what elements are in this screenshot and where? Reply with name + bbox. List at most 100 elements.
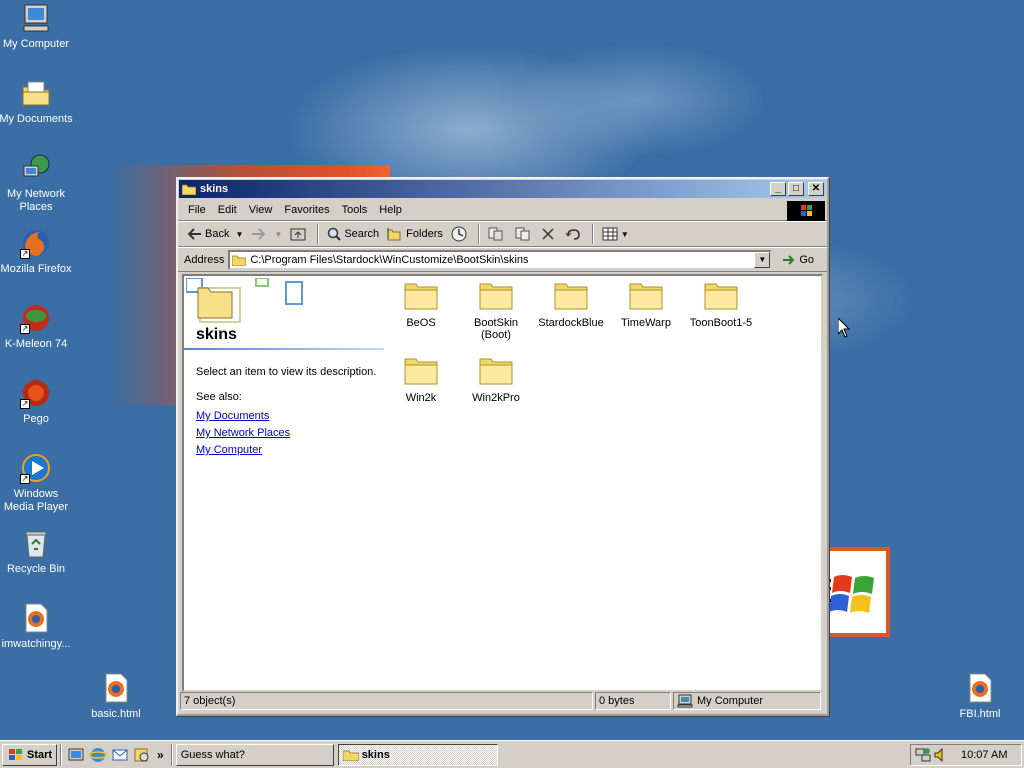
folder-icon bbox=[182, 184, 196, 195]
task-label: skins bbox=[361, 748, 390, 761]
desktop-icon-label: imwatchingy... bbox=[1, 638, 71, 650]
shortcut-arrow-icon: ↗ bbox=[20, 249, 30, 259]
folder-icon bbox=[704, 283, 738, 310]
undo-button[interactable] bbox=[561, 223, 588, 245]
link-my-documents[interactable]: My Documents bbox=[196, 408, 290, 425]
link-my-network-places[interactable]: My Network Places bbox=[196, 425, 290, 442]
web-view-header: skins bbox=[184, 276, 384, 350]
internet-explorer-icon[interactable] bbox=[89, 746, 107, 764]
taskbar-separator bbox=[60, 743, 62, 766]
undo-icon bbox=[565, 229, 580, 240]
start-button[interactable]: Start bbox=[2, 743, 57, 766]
folder-item[interactable]: ToonBoot1-5 bbox=[684, 276, 758, 329]
views-dropdown-icon: ▼ bbox=[620, 229, 629, 239]
delete-button[interactable] bbox=[538, 223, 561, 245]
folders-button[interactable]: Folders bbox=[383, 223, 447, 245]
outlook-express-icon[interactable] bbox=[111, 746, 129, 764]
web-view-divider bbox=[184, 348, 384, 350]
folder-item[interactable]: Win2kPro bbox=[459, 351, 533, 404]
network-tray-icon[interactable] bbox=[915, 747, 931, 763]
desktop-icon-mozilla-firefox[interactable]: ↗ Mozilla Firefox bbox=[0, 227, 74, 276]
desktop-icon-my-computer[interactable]: My Computer bbox=[0, 2, 74, 51]
address-dropdown-button[interactable]: ▼ bbox=[754, 251, 771, 268]
folder-icon bbox=[232, 255, 247, 266]
move-to-icon bbox=[488, 227, 503, 241]
move-to-button[interactable] bbox=[484, 223, 511, 245]
toolbar-separator bbox=[317, 224, 320, 244]
history-button[interactable] bbox=[447, 223, 474, 245]
clock[interactable]: 10:07 AM bbox=[961, 749, 1007, 761]
address-label: Address bbox=[184, 253, 225, 266]
html-file-icon bbox=[964, 672, 996, 704]
desktop-icon-my-documents[interactable]: My Documents bbox=[0, 77, 74, 126]
desktop-icon-fbi-html[interactable]: FBI.html bbox=[942, 672, 1018, 721]
minimize-button[interactable]: _ bbox=[770, 182, 786, 196]
address-value: C:\Program Files\Stardock\WinCustomize\B… bbox=[250, 253, 529, 266]
folder-item[interactable]: BeOS bbox=[384, 276, 458, 329]
task-label: Guess what? bbox=[180, 748, 245, 761]
desktop-icon-my-network-places[interactable]: My Network Places bbox=[0, 152, 74, 214]
back-dropdown-icon[interactable]: ▼ bbox=[235, 230, 243, 239]
desktop-icon-imwatchingy[interactable]: imwatchingy... bbox=[0, 602, 74, 651]
desktop-icon-windows-media-player[interactable]: ↗ Windows Media Player bbox=[0, 452, 74, 514]
folder-content-pane: skins Select an item to view its descrip… bbox=[182, 274, 823, 692]
copy-to-button[interactable] bbox=[511, 223, 538, 245]
back-button[interactable]: Back ▼ bbox=[184, 223, 247, 245]
taskbar-button-guess-what[interactable]: Guess what? bbox=[175, 743, 334, 766]
link-my-computer[interactable]: My Computer bbox=[196, 442, 290, 459]
close-button[interactable]: ✕ bbox=[808, 182, 824, 196]
title-bar[interactable]: skins _ □ ✕ bbox=[179, 180, 826, 198]
menu-help[interactable]: Help bbox=[373, 204, 408, 216]
up-button[interactable] bbox=[286, 223, 313, 245]
folder-item[interactable]: TimeWarp bbox=[609, 276, 683, 329]
folders-icon bbox=[387, 228, 401, 241]
desktop-icon-label: FBI.html bbox=[959, 708, 1001, 720]
maximize-button[interactable]: □ bbox=[788, 182, 804, 196]
k-meleon-icon: ↗ bbox=[20, 302, 52, 334]
up-folder-icon bbox=[290, 228, 306, 241]
forward-dropdown-icon[interactable]: ▼ bbox=[274, 230, 282, 239]
start-label: Start bbox=[27, 748, 53, 761]
folder-item[interactable]: Win2k bbox=[384, 351, 458, 404]
folder-icon bbox=[404, 283, 438, 310]
search-folder-icon[interactable] bbox=[133, 746, 151, 764]
computer-icon bbox=[20, 2, 52, 34]
menu-tools[interactable]: Tools bbox=[336, 204, 374, 216]
see-also-links: My Documents My Network Places My Comput… bbox=[196, 408, 290, 459]
show-desktop-icon[interactable] bbox=[67, 746, 85, 764]
shortcut-arrow-icon: ↗ bbox=[20, 399, 30, 409]
folder-item[interactable]: StardockBlue bbox=[534, 276, 608, 329]
folder-item[interactable]: BootSkin (Boot) bbox=[459, 276, 533, 341]
search-button[interactable]: Search bbox=[323, 223, 383, 245]
volume-icon[interactable] bbox=[933, 747, 947, 763]
menu-edit[interactable]: Edit bbox=[212, 204, 243, 216]
folder-banner-icon bbox=[186, 278, 303, 323]
html-file-icon bbox=[20, 602, 52, 634]
folder-name: StardockBlue bbox=[538, 317, 604, 329]
desktop-icon-recycle-bin[interactable]: Recycle Bin bbox=[0, 527, 74, 576]
desktop-icon-k-meleon[interactable]: ↗ K-Meleon 74 bbox=[0, 302, 74, 351]
address-bar: Address C:\Program Files\Stardock\WinCus… bbox=[178, 247, 827, 272]
see-also-label: See also: bbox=[196, 391, 242, 403]
forward-button[interactable]: ▼ bbox=[247, 223, 286, 245]
menu-file[interactable]: File bbox=[182, 204, 212, 216]
folder-icon bbox=[342, 750, 359, 761]
back-arrow-icon bbox=[188, 228, 201, 240]
toolbar-separator bbox=[477, 224, 480, 244]
documents-folder-icon bbox=[20, 77, 52, 109]
folder-name: Win2k bbox=[405, 392, 437, 404]
status-zone: My Computer bbox=[673, 692, 821, 710]
menu-favorites[interactable]: Favorites bbox=[278, 204, 335, 216]
desktop-icon-basic-html[interactable]: basic.html bbox=[78, 672, 154, 721]
folder-icon bbox=[479, 358, 513, 385]
address-input[interactable]: C:\Program Files\Stardock\WinCustomize\B… bbox=[228, 249, 773, 270]
quick-launch-more-icon[interactable]: » bbox=[157, 748, 164, 762]
folder-icon bbox=[629, 283, 663, 310]
views-button[interactable]: ▼ bbox=[598, 223, 633, 245]
folder-list: BeOS BootSkin (Boot) StardockBlue TimeWa… bbox=[384, 276, 821, 690]
desktop-icon-pego[interactable]: ↗ Pego bbox=[0, 377, 74, 426]
go-button[interactable]: Go bbox=[782, 254, 814, 266]
menu-view[interactable]: View bbox=[243, 204, 279, 216]
firefox-icon: ↗ bbox=[20, 227, 52, 259]
taskbar-button-skins[interactable]: skins bbox=[337, 743, 498, 766]
